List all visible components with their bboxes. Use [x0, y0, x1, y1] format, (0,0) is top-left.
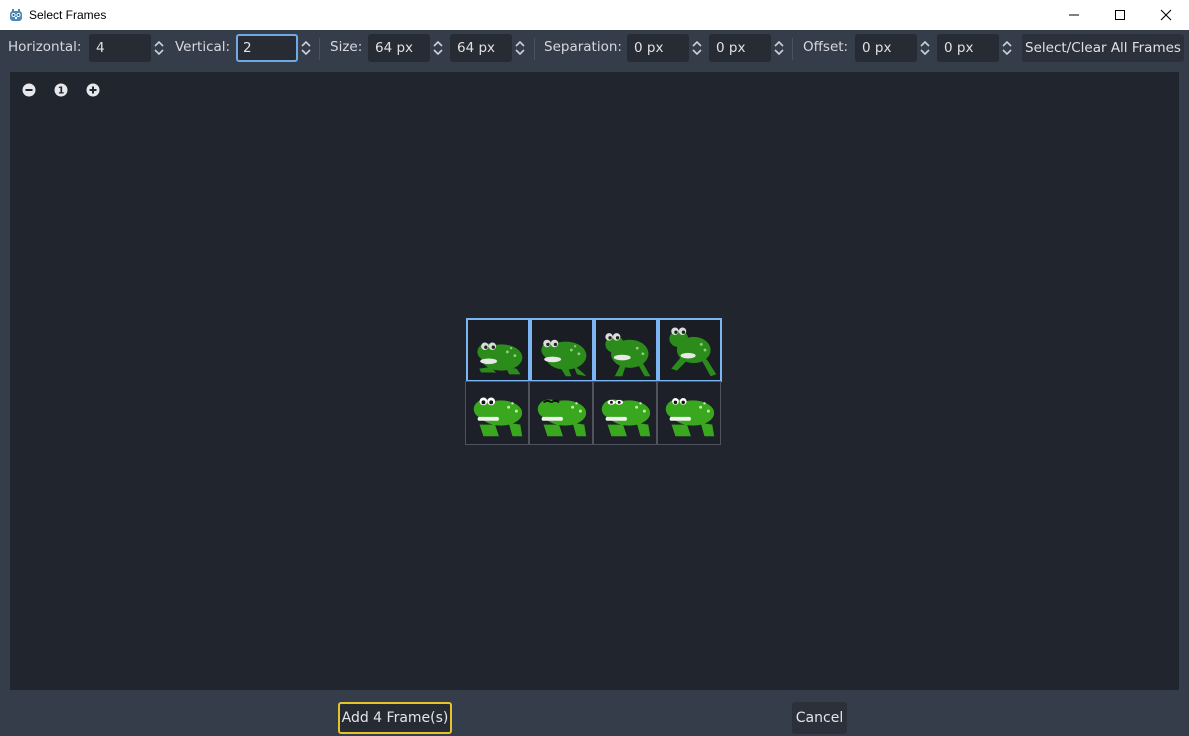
separator — [792, 38, 793, 60]
separation-y-field[interactable]: 0 px — [709, 34, 771, 62]
frame-tile[interactable] — [658, 318, 722, 382]
frog-sprite-icon — [669, 327, 717, 377]
toolbar: Horizontal: 4 Vertical: 2 Size: 64 px 64… — [0, 30, 1189, 66]
updown-icon[interactable] — [512, 34, 528, 62]
select-clear-all-button[interactable]: Select/Clear All Frames — [1022, 34, 1184, 62]
offset-x-field[interactable]: 0 px — [855, 34, 917, 62]
frog-sprite-icon — [541, 339, 587, 377]
close-button[interactable] — [1143, 0, 1189, 30]
frame-tile[interactable] — [466, 318, 530, 382]
maximize-button[interactable] — [1097, 0, 1143, 30]
window-title: Select Frames — [29, 8, 107, 22]
vertical-spinbox[interactable]: 2 — [236, 34, 314, 62]
add-frames-button[interactable]: Add 4 Frame(s) — [338, 702, 452, 734]
separation-x-field[interactable]: 0 px — [627, 34, 689, 62]
separator — [319, 38, 320, 60]
svg-text:1: 1 — [58, 86, 65, 97]
zoom-reset-icon: 1 — [54, 83, 68, 97]
frame-tile[interactable] — [465, 381, 529, 445]
title-bar: Select Frames — [0, 0, 1189, 30]
horizontal-label: Horizontal: — [8, 39, 82, 55]
horizontal-field[interactable]: 4 — [89, 34, 151, 62]
zoom-reset-button[interactable]: 1 — [54, 83, 68, 97]
horizontal-spinbox[interactable]: 4 — [89, 34, 167, 62]
frog-sprite-icon — [605, 333, 651, 377]
minimize-button[interactable] — [1051, 0, 1097, 30]
separation-y-spinbox[interactable]: 0 px — [709, 34, 787, 62]
offset-y-spinbox[interactable]: 0 px — [937, 34, 1015, 62]
offset-x-spinbox[interactable]: 0 px — [855, 34, 933, 62]
vertical-label: Vertical: — [175, 39, 231, 55]
frame-tile[interactable] — [593, 381, 657, 445]
frog-sprite-icon — [665, 397, 715, 437]
size-x-spinbox[interactable]: 64 px — [368, 34, 446, 62]
updown-icon[interactable] — [771, 34, 787, 62]
separation-x-spinbox[interactable]: 0 px — [627, 34, 705, 62]
zoom-in-button[interactable] — [86, 83, 100, 97]
size-x-field[interactable]: 64 px — [368, 34, 430, 62]
updown-icon[interactable] — [298, 34, 314, 62]
minimize-icon — [1069, 14, 1079, 16]
frame-tile[interactable] — [529, 381, 593, 445]
size-label: Size: — [330, 39, 363, 55]
sprite-sheet — [465, 317, 722, 445]
frog-sprite-icon — [601, 399, 651, 437]
size-y-spinbox[interactable]: 64 px — [450, 34, 528, 62]
frame-tile[interactable] — [657, 381, 721, 445]
updown-icon[interactable] — [151, 34, 167, 62]
frame-tile[interactable] — [530, 318, 594, 382]
close-icon — [1160, 9, 1172, 21]
updown-icon[interactable] — [430, 34, 446, 62]
zoom-in-icon — [86, 83, 100, 97]
size-y-field[interactable]: 64 px — [450, 34, 512, 62]
updown-icon[interactable] — [999, 34, 1015, 62]
frog-sprite-icon — [473, 397, 523, 437]
offset-y-field[interactable]: 0 px — [937, 34, 999, 62]
separator — [534, 38, 535, 60]
maximize-icon — [1115, 10, 1125, 20]
updown-icon[interactable] — [917, 34, 933, 62]
updown-icon[interactable] — [689, 34, 705, 62]
vertical-field[interactable]: 2 — [236, 34, 298, 62]
zoom-out-button[interactable] — [22, 83, 36, 97]
godot-icon — [10, 9, 22, 21]
frog-sprite-icon — [537, 399, 587, 437]
cancel-button[interactable]: Cancel — [792, 702, 847, 734]
zoom-out-icon — [22, 83, 36, 97]
frog-sprite-icon — [477, 342, 523, 375]
frame-tile[interactable] — [594, 318, 658, 382]
separation-label: Separation: — [544, 39, 622, 55]
offset-label: Offset: — [803, 39, 849, 55]
texture-canvas[interactable]: 1 — [10, 72, 1179, 690]
